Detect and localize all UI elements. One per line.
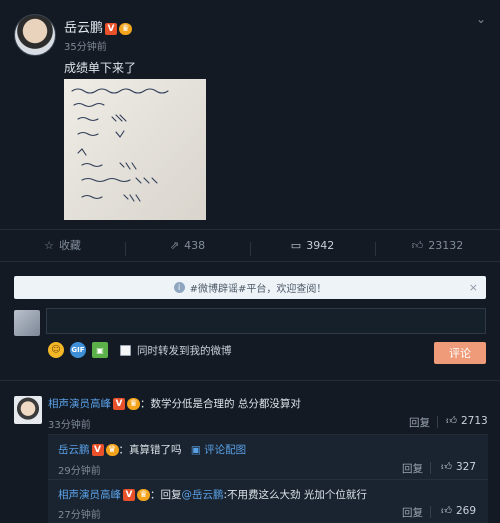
forward-checkbox[interactable]: [120, 344, 131, 356]
comment-like-button[interactable]: 👍︎ 2713: [446, 414, 488, 428]
emoji-icon[interactable]: ☺: [48, 342, 64, 358]
divider: [48, 479, 488, 480]
author-name[interactable]: 岳云鹏: [64, 21, 103, 36]
close-icon[interactable]: ×: [469, 281, 478, 294]
comment-button[interactable]: ▭ 3942: [250, 238, 375, 256]
composer-toolbar: ☺ GIF ▣ 同时转发到我的微博: [48, 342, 232, 358]
forward-button[interactable]: ⇗ 438: [125, 238, 250, 256]
subcomment-line: 相声演员高峰 V ♛ ：回复@岳云鹏:不用费这么大劲 光加个位就行: [58, 487, 367, 502]
subcomment-like-button[interactable]: 👍︎ 327: [441, 460, 477, 474]
share-icon: ⇗: [169, 238, 180, 252]
comment-count: 3942: [306, 238, 335, 252]
commenter-name[interactable]: 相声演员高峰: [48, 398, 111, 410]
subcommenter-name[interactable]: 相声演员高峰: [58, 489, 121, 501]
forward-checkbox-label[interactable]: 同时转发到我的微博: [137, 343, 232, 358]
thumbs-up-icon: 👍︎: [411, 238, 424, 252]
mention-link[interactable]: @岳云鹏: [182, 489, 224, 501]
thumbs-up-icon: 👍︎: [446, 415, 457, 427]
comment-time: 33分钟前: [48, 420, 91, 431]
divider: [0, 261, 500, 262]
gif-icon[interactable]: GIF: [70, 342, 86, 358]
favorite-button[interactable]: ☆ 收藏: [0, 237, 125, 253]
like-button[interactable]: 👍︎ 23132: [375, 238, 500, 256]
post-time[interactable]: 35分钟前: [64, 38, 107, 53]
image-icon[interactable]: ▣: [92, 342, 108, 358]
divider: [437, 416, 438, 428]
reply-button[interactable]: 回复: [402, 461, 423, 476]
image-link[interactable]: ▣ 评论配图: [191, 444, 246, 456]
commenter-avatar[interactable]: [14, 396, 42, 424]
notice-text[interactable]: #微博辟谣#平台，欢迎查阅！: [190, 280, 327, 295]
subcomment-line: 岳云鹏 V ♛ ：真算错了吗 ▣ 评论配图: [58, 442, 246, 457]
subcomment-time: 27分钟前: [58, 510, 101, 521]
comment-icon: ▭: [290, 238, 302, 252]
vip-crown-icon: ♛: [127, 398, 140, 410]
subcomment-like-count: 269: [455, 504, 477, 517]
reply-prefix: ：回复: [150, 489, 182, 501]
image-link-label: 评论配图: [204, 444, 247, 456]
forward-count: 438: [184, 238, 206, 252]
subcomment-like-button[interactable]: 👍︎ 269: [441, 504, 477, 518]
reply-button[interactable]: 回复: [409, 415, 430, 430]
star-icon: ☆: [44, 238, 54, 252]
subcomment-text: ：真算错了吗: [118, 444, 182, 456]
notice-banner[interactable]: i #微博辟谣#平台，欢迎查阅！ ×: [14, 276, 486, 299]
author-line: 岳云鹏 V ♛: [64, 17, 133, 36]
comment-like-count: 2713: [460, 414, 488, 427]
favorite-label: 收藏: [58, 239, 81, 252]
verified-badge: V: [113, 398, 125, 410]
divider: [48, 434, 488, 435]
like-count: 23132: [428, 238, 464, 252]
verified-badge: V: [91, 444, 104, 456]
subcomment-like-count: 327: [455, 460, 477, 473]
reply-button[interactable]: 回复: [402, 505, 423, 520]
comment-line: 相声演员高峰 V ♛ ：数学分低是合理的 总分都没算对: [48, 396, 301, 411]
vip-crown-icon: ♛: [137, 489, 150, 501]
post-text: 成绩单下来了: [64, 61, 137, 75]
handwritten-score-sheet: [71, 88, 169, 202]
subcommenter-name[interactable]: 岳云鹏: [58, 444, 90, 456]
submit-comment-button[interactable]: 评论: [434, 342, 486, 364]
subcomment-text: :不用费这么大劲 光加个位就行: [223, 489, 367, 501]
post-image[interactable]: [64, 79, 206, 220]
image-icon: ▣: [190, 444, 201, 456]
comment-text: ：数学分低是合理的 总分都没算对: [140, 398, 301, 410]
subcomment-time: 29分钟前: [58, 466, 101, 477]
my-avatar: [14, 310, 40, 336]
thumbs-up-icon: 👍︎: [441, 461, 452, 473]
action-bar: ☆ 收藏 ⇗ 438 ▭ 3942 👍︎ 23132: [0, 230, 500, 260]
chevron-down-icon[interactable]: ⌄: [476, 12, 486, 26]
divider: [0, 380, 500, 381]
author-avatar[interactable]: [14, 14, 56, 56]
divider: [430, 506, 431, 518]
divider: [430, 462, 431, 474]
vip-crown-icon: ♛: [105, 444, 119, 456]
thumbs-up-icon: 👍︎: [441, 505, 452, 517]
comment-input[interactable]: [46, 308, 486, 334]
vip-crown-icon: ♛: [119, 22, 133, 35]
info-icon: i: [173, 282, 185, 293]
verified-badge: V: [123, 489, 135, 501]
verified-badge: V: [105, 22, 118, 35]
